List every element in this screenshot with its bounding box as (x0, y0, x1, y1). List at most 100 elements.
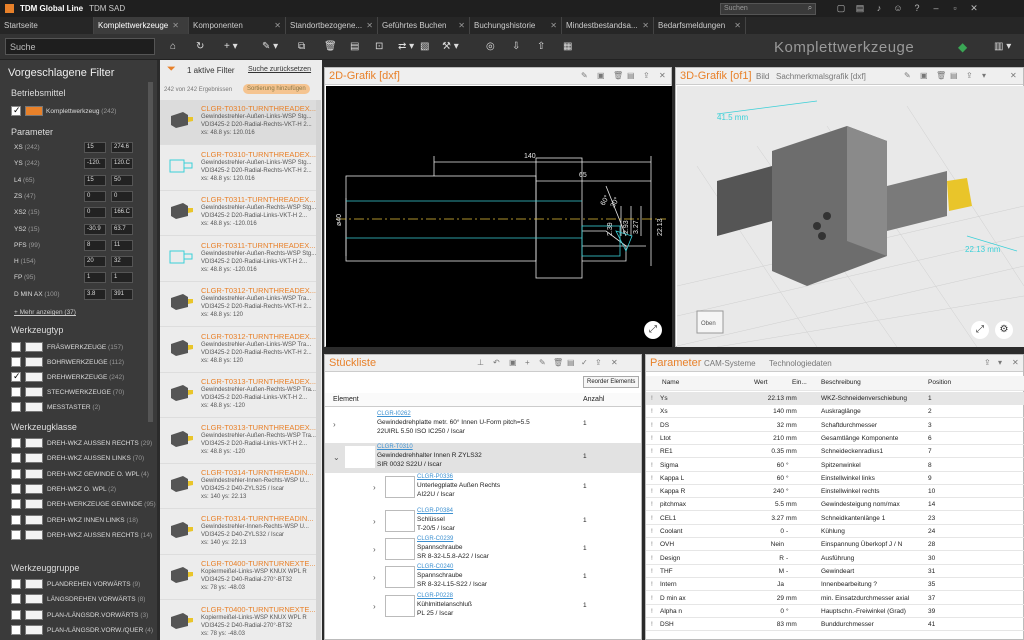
result-item[interactable]: CLGR-T0314-TURNTHREADIN... Gewindestrehle… (160, 464, 320, 509)
part-code-link[interactable]: CLGR-I0262 (377, 411, 411, 417)
stueckliste-row[interactable]: › CLGR-I0262 Gewindedrehplatte metr. 60° I… (325, 410, 641, 440)
filter-checkbox[interactable] (11, 387, 21, 397)
result-name[interactable]: CLGR-T0311-TURNTHREADEX... (201, 195, 315, 204)
filter-checkbox[interactable] (11, 514, 21, 525)
cad-3d-viewer[interactable]: 41.5 mm 22.13 mm Oben ⤢ ⚙ (676, 86, 1024, 348)
result-item[interactable]: CLGR-T0313-TURNTHREADEX... Gewindestrehle… (160, 373, 320, 418)
result-item[interactable]: CLGR-T0400-TURNTURNEXTE... Kopiermeißel-L… (160, 555, 320, 600)
result-name[interactable]: CLGR-T0310-TURNTHREADEX... (201, 104, 316, 113)
export-icon[interactable]: ⇪ (984, 358, 991, 367)
param-min-input[interactable]: 0 (84, 207, 106, 219)
chevron-icon[interactable]: › (373, 483, 376, 492)
filter-checkbox[interactable] (11, 453, 21, 464)
result-name[interactable]: CLGR-T0312-TURNTHREADEX... (201, 332, 316, 341)
result-scrollbar[interactable] (316, 100, 321, 640)
result-item[interactable]: CLGR-T0311-TURNTHREADEX... Gewindestrehle… (160, 237, 320, 282)
filter-checkbox[interactable] (11, 438, 21, 448)
column-name[interactable]: Name (662, 379, 679, 386)
delete-icon[interactable]: 🗑 (936, 71, 946, 80)
config-icon[interactable]: ◎ (486, 41, 495, 52)
save-icon[interactable]: ▣ (509, 358, 517, 367)
copy-icon[interactable]: ⧉ (298, 41, 305, 52)
parameter-row[interactable]: ! Ys 22.13 mm WKZ-Schneidenverschiebung 1 (646, 392, 1024, 405)
result-name[interactable]: CLGR-T0311-TURNTHREADEX... (201, 241, 315, 250)
tab-bild[interactable]: Bild (756, 72, 769, 81)
save-icon[interactable]: ▣ (597, 71, 605, 80)
tab-sachmerkmalsgrafik[interactable]: Sachmerkmalsgrafik [dxf] (776, 72, 866, 81)
result-item[interactable]: CLGR-T0313-TURNTHREADEX... Gewindestrehle… (160, 419, 320, 464)
close-icon[interactable]: ✕ (734, 17, 741, 34)
edit-icon[interactable]: ✎ (539, 358, 546, 367)
tab-cam-systeme[interactable]: CAM-Systeme (704, 359, 756, 368)
check-icon[interactable]: ✓ (581, 358, 588, 367)
undo-icon[interactable]: ↶ (493, 358, 500, 367)
close-icon[interactable]: ✕ (172, 21, 179, 30)
stueckliste-row[interactable]: › CLGR-P0384 Schlüssel T-20/5 / Iscar 1 (325, 507, 641, 537)
export-icon[interactable]: ⇪ (643, 71, 650, 80)
parameter-row[interactable]: ! Kappa R 240 ° Einstellwinkel rechts 10 (646, 485, 1024, 499)
checkbox-komplettwerkzeug[interactable] (11, 105, 21, 116)
filter-checkbox[interactable] (11, 468, 21, 479)
close-icon[interactable]: ✕ (969, 3, 979, 13)
parameter-row[interactable]: ! OVH Nein Einspannung Überkopf J / N 28 (646, 538, 1024, 552)
close-icon[interactable]: ✕ (274, 17, 281, 34)
result-item[interactable]: CLGR-T0310-TURNTHREADEX... Gewindestrehle… (160, 146, 320, 191)
more-filters-link[interactable]: + Mehr anzeigen (37) (14, 309, 76, 316)
tab-mindestbestand[interactable]: Mindestbestandsa... ✕ (562, 17, 654, 34)
close-icon[interactable]: ✕ (659, 71, 666, 80)
parameter-row[interactable]: ! THF M - Gewindeart 31 (646, 565, 1024, 578)
maximize-icon[interactable]: ▫ (950, 3, 960, 13)
stueckliste-row[interactable]: › CLGR-C0240 Spannschraube SR 8-32-L15-S22 … (325, 563, 641, 593)
parameter-row[interactable]: ! Xs 140 mm Auskraglänge 2 (646, 405, 1024, 419)
result-name[interactable]: CLGR-T0313-TURNTHREADEX... (201, 423, 316, 432)
tab-gefuehrtes-buchen[interactable]: Geführtes Buchen ✕ (378, 17, 470, 34)
delete-icon[interactable]: 🗑 (553, 358, 563, 367)
document-icon[interactable]: ▤ (950, 71, 958, 80)
parameter-row[interactable]: ! Kappa L 60 ° Einstellwinkel links 9 (646, 472, 1024, 485)
home-icon[interactable]: ⌂ (170, 41, 176, 52)
user-icon[interactable]: ☺ (893, 3, 903, 13)
document-icon[interactable]: ▤ (350, 41, 359, 52)
stueckliste-row[interactable]: › CLGR-C0239 Spannschraube SR 8-32-L5.8-A22… (325, 535, 641, 565)
part-code-link[interactable]: CLGR-T0310 (377, 444, 413, 450)
column-anzahl[interactable]: Anzahl (583, 396, 604, 403)
column-einheit[interactable]: Ein... (792, 379, 807, 386)
param-max-input[interactable]: 11 (111, 239, 133, 251)
reorder-elements-button[interactable]: Reorder Elements (583, 376, 640, 388)
parameter-row[interactable]: ! Coolant 0- Kühlung 24 (646, 525, 1024, 538)
close-icon[interactable]: ✕ (458, 17, 465, 34)
chevron-icon[interactable]: ⌄ (333, 453, 340, 462)
param-max-input[interactable]: 391 (111, 288, 133, 300)
param-min-input[interactable]: 20 (84, 256, 106, 268)
filter-checkbox[interactable] (11, 579, 21, 589)
part-code-link[interactable]: CLGR-P0228 (417, 593, 453, 599)
result-item[interactable]: CLGR-T0312-TURNTHREADEX... Gewindestrehle… (160, 282, 320, 327)
document-icon[interactable]: ▤ (627, 71, 635, 80)
param-min-input[interactable]: 15 (84, 142, 106, 153)
report-icon[interactable]: ▧ (420, 41, 429, 52)
filter-checkbox[interactable] (11, 371, 21, 382)
filter-scrollbar[interactable] (148, 82, 153, 422)
stueckliste-row[interactable]: › CLGR-P0336 Unterlegplatte Außen Rechts AI… (325, 473, 641, 503)
tab-buchungshistorie[interactable]: Buchungshistorie ✕ (470, 17, 562, 34)
chevron-icon[interactable]: › (373, 517, 376, 526)
edit-icon[interactable]: ✎ ▾ (262, 41, 278, 52)
result-name[interactable]: CLGR-T0400-TURNTURNEXTE... (201, 605, 316, 614)
param-max-input[interactable]: 63.7 (111, 223, 133, 235)
parameter-row[interactable]: ! DSH 83 mm Bunddurchmesser 41 (646, 618, 1024, 632)
parameter-row[interactable]: ! D min ax 29 mm min. Einsatzdurchmesser axi… (646, 592, 1024, 605)
filter-checkbox[interactable] (11, 529, 21, 540)
filter-checkbox[interactable] (11, 499, 21, 510)
param-max-input[interactable]: 32 (111, 256, 133, 268)
filter-checkbox[interactable] (11, 594, 21, 605)
column-beschreibung[interactable]: Beschreibung (821, 379, 861, 386)
book-out-icon[interactable]: ⇧ (537, 41, 545, 52)
parameter-row[interactable]: ! RE1 0.35 mm Schneideckenradius1 7 (646, 445, 1024, 459)
edit-icon[interactable]: ✎ (904, 71, 911, 80)
filter-checkbox[interactable] (11, 624, 21, 635)
part-code-link[interactable]: CLGR-C0239 (417, 536, 453, 542)
param-max-input[interactable]: 120.C (111, 158, 133, 170)
stueckliste-row[interactable]: › CLGR-P0228 Kühlmittelanschluß PL 25 / Isc… (325, 592, 641, 622)
close-icon[interactable]: ✕ (611, 358, 618, 367)
param-min-input[interactable]: 0 (84, 190, 106, 202)
